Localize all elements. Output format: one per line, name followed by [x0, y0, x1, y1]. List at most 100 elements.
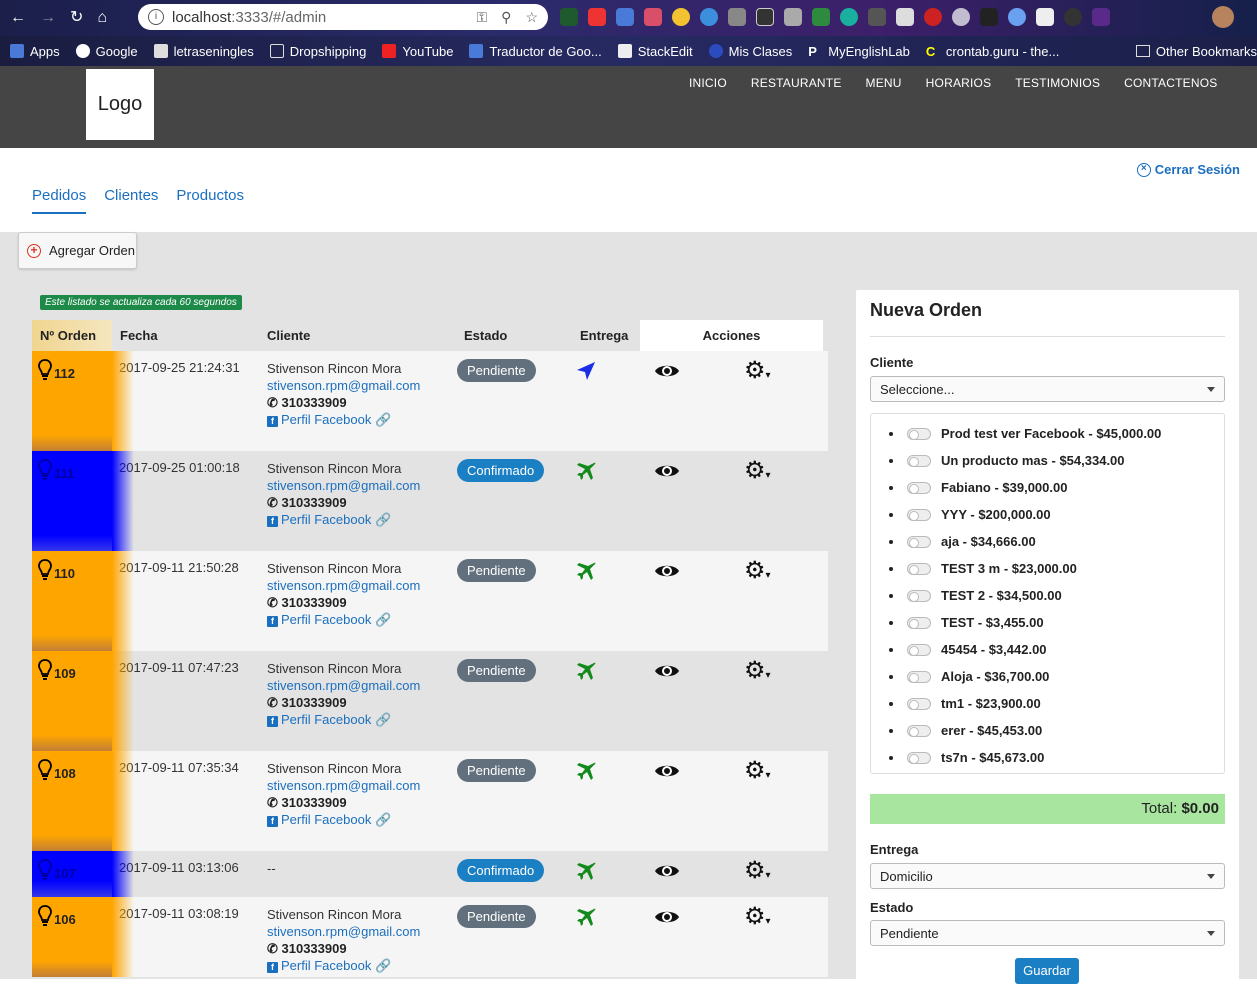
bookmark-letrasen[interactable]: letraseningles [153, 44, 254, 59]
home-icon[interactable]: ⌂ [97, 7, 107, 29]
facebook-profile-link[interactable]: f Perfil Facebook 🔗 [267, 811, 457, 828]
col-state[interactable]: Estado [457, 328, 573, 343]
extension-icon[interactable] [812, 8, 830, 26]
logo[interactable]: Logo [86, 69, 154, 140]
status-badge[interactable]: Confirmado [457, 459, 545, 482]
plane-icon[interactable] [575, 906, 597, 928]
extension-icon[interactable] [756, 8, 774, 26]
gear-dropdown-icon[interactable]: ⚙▾ [744, 857, 771, 884]
gear-dropdown-icon[interactable]: ⚙▾ [744, 557, 771, 584]
plane-icon[interactable] [575, 860, 597, 882]
delivery-select[interactable]: Domicilio [870, 863, 1225, 889]
extension-icon[interactable] [644, 8, 662, 26]
status-badge[interactable]: Pendiente [457, 659, 536, 682]
col-order-number[interactable]: Nº Orden [32, 320, 112, 351]
logout-link[interactable]: × Cerrar Sesión [1136, 162, 1240, 177]
facebook-profile-link[interactable]: f Perfil Facebook 🔗 [267, 957, 457, 974]
eye-icon[interactable] [654, 362, 680, 380]
extension-icon[interactable] [980, 8, 998, 26]
extension-icon[interactable] [896, 8, 914, 26]
star-icon[interactable]: ☆ [525, 9, 538, 26]
eye-icon[interactable] [654, 908, 680, 926]
plane-icon[interactable] [575, 760, 597, 782]
profile-avatar[interactable] [1212, 6, 1234, 28]
bookmark-apps[interactable]: Apps [10, 44, 60, 59]
nav-horarios[interactable]: HORARIOS [926, 76, 992, 90]
col-delivery[interactable]: Entrega [573, 328, 638, 343]
client-select[interactable]: Seleccione... [870, 376, 1225, 402]
extension-icon[interactable] [840, 8, 858, 26]
bookmark-google[interactable]: Google [75, 44, 138, 59]
bookmark-myenglishlab[interactable]: P MyEnglishLab [808, 44, 910, 60]
status-badge[interactable]: Pendiente [457, 559, 536, 582]
tab-productos[interactable]: Productos [176, 187, 244, 214]
extension-icon[interactable] [1092, 8, 1110, 26]
eye-icon[interactable] [654, 562, 680, 580]
product-toggle[interactable] [907, 643, 931, 656]
bookmark-stackedit[interactable]: StackEdit [617, 44, 693, 59]
bookmark-translate[interactable]: Traductor de Goo... [469, 44, 602, 59]
extension-icon[interactable] [616, 8, 634, 26]
address-bar[interactable]: i localhost:3333/#/admin ⚿ ⚲ ☆ [138, 4, 548, 30]
client-email[interactable]: stivenson.rpm@gmail.com [267, 477, 457, 494]
bookmark-dropshipping[interactable]: Dropshipping [269, 44, 366, 59]
product-toggle[interactable] [907, 535, 931, 548]
client-email[interactable]: stivenson.rpm@gmail.com [267, 777, 457, 794]
extension-icon[interactable] [952, 8, 970, 26]
location-arrow-icon[interactable] [575, 360, 597, 382]
eye-icon[interactable] [654, 662, 680, 680]
nav-restaurante[interactable]: RESTAURANTE [751, 76, 842, 90]
product-toggle[interactable] [907, 481, 931, 494]
plane-icon[interactable] [575, 560, 597, 582]
extension-icon[interactable] [700, 8, 718, 26]
nav-testimonios[interactable]: TESTIMONIOS [1015, 76, 1100, 90]
forward-icon[interactable]: → [40, 7, 56, 29]
product-toggle[interactable] [907, 670, 931, 683]
product-toggle[interactable] [907, 454, 931, 467]
eye-icon[interactable] [654, 462, 680, 480]
product-toggle[interactable] [907, 589, 931, 602]
reload-icon[interactable]: ↻ [70, 7, 83, 29]
client-email[interactable]: stivenson.rpm@gmail.com [267, 577, 457, 594]
gear-dropdown-icon[interactable]: ⚙▾ [744, 457, 771, 484]
save-button[interactable]: Guardar [1015, 958, 1079, 984]
status-badge[interactable]: Confirmado [457, 859, 545, 882]
gear-dropdown-icon[interactable]: ⚙▾ [744, 657, 771, 684]
extension-icon[interactable] [588, 8, 606, 26]
key-icon[interactable]: ⚿ [477, 9, 488, 26]
facebook-profile-link[interactable]: f Perfil Facebook 🔗 [267, 611, 457, 628]
tab-clientes[interactable]: Clientes [104, 187, 158, 214]
nav-menu[interactable]: MENU [866, 76, 902, 90]
extension-icon[interactable] [672, 8, 690, 26]
extension-icon[interactable] [1036, 8, 1054, 26]
other-bookmarks[interactable]: Other Bookmarks [1135, 36, 1257, 66]
col-client[interactable]: Cliente [267, 328, 457, 343]
extension-icon[interactable] [728, 8, 746, 26]
info-icon[interactable]: i [148, 9, 164, 25]
product-toggle[interactable] [907, 751, 931, 764]
extension-icon[interactable] [868, 8, 886, 26]
extension-icon[interactable] [1064, 8, 1082, 26]
status-badge[interactable]: Pendiente [457, 905, 536, 928]
state-select[interactable]: Pendiente [870, 920, 1225, 946]
col-date[interactable]: Fecha [112, 328, 267, 343]
product-toggle[interactable] [907, 427, 931, 440]
client-email[interactable]: stivenson.rpm@gmail.com [267, 923, 457, 940]
extension-icon[interactable] [784, 8, 802, 26]
tab-pedidos[interactable]: Pedidos [32, 187, 87, 214]
facebook-profile-link[interactable]: f Perfil Facebook 🔗 [267, 511, 457, 528]
facebook-profile-link[interactable]: f Perfil Facebook 🔗 [267, 411, 457, 428]
eye-icon[interactable] [654, 862, 680, 880]
nav-inicio[interactable]: INICIO [689, 76, 727, 90]
gear-dropdown-icon[interactable]: ⚙▾ [744, 357, 771, 384]
status-badge[interactable]: Pendiente [457, 759, 536, 782]
extension-icon[interactable] [560, 8, 578, 26]
bookmark-youtube[interactable]: YouTube [382, 44, 453, 59]
gear-dropdown-icon[interactable]: ⚙▾ [744, 757, 771, 784]
product-toggle[interactable] [907, 616, 931, 629]
back-icon[interactable]: ← [10, 7, 26, 29]
eye-icon[interactable] [654, 762, 680, 780]
product-toggle[interactable] [907, 508, 931, 521]
extension-icon[interactable] [924, 8, 942, 26]
zoom-icon[interactable]: ⚲ [501, 9, 511, 26]
